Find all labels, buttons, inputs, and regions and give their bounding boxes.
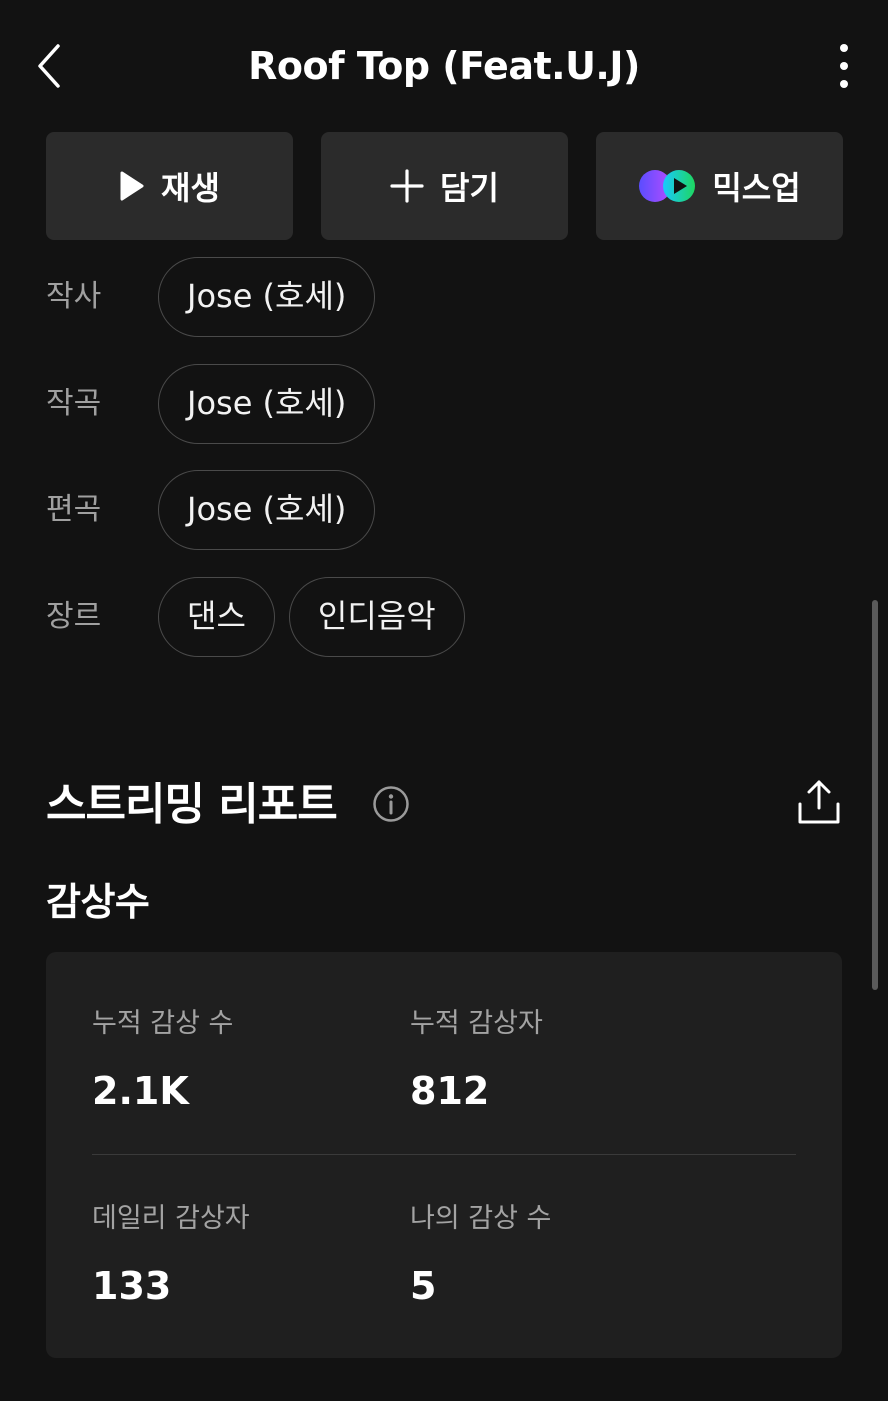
action-buttons: 재생 담기 믹스업 bbox=[46, 132, 843, 240]
genre-chip-indie[interactable]: 인디음악 bbox=[288, 577, 465, 657]
credit-label: 편곡 bbox=[46, 492, 102, 527]
streaming-report-header: 스트리밍 리포트 bbox=[46, 770, 842, 840]
page-title: Roof Top (Feat.U.J) bbox=[248, 44, 640, 88]
stats-card: 누적 감상 수 2.1K 누적 감상자 812 데일리 감상자 133 나의 감… bbox=[46, 952, 842, 1358]
stat-value: 2.1K bbox=[92, 1069, 189, 1113]
credit-label: 장르 bbox=[46, 599, 102, 634]
mixup-button[interactable]: 믹스업 bbox=[596, 132, 843, 240]
back-button[interactable] bbox=[28, 40, 72, 92]
top-bar: Roof Top (Feat.U.J) bbox=[0, 0, 888, 132]
streaming-report-title: 스트리밍 리포트 bbox=[46, 779, 338, 830]
credit-row-arranger: 편곡 Jose (호세) bbox=[46, 470, 376, 550]
play-button[interactable]: 재생 bbox=[46, 132, 293, 240]
stat-total-plays: 누적 감상 수 2.1K bbox=[92, 1004, 392, 1118]
stat-label: 데일리 감상자 bbox=[92, 1203, 250, 1234]
plays-section-title: 감상수 bbox=[46, 880, 150, 924]
credit-row-composer: 작곡 Jose (호세) bbox=[46, 364, 376, 444]
plus-icon bbox=[390, 169, 424, 203]
add-button-label: 담기 bbox=[440, 169, 499, 207]
share-icon[interactable] bbox=[796, 778, 842, 826]
stats-divider bbox=[92, 1154, 796, 1155]
chevron-left-icon bbox=[38, 44, 60, 88]
stat-value: 5 bbox=[410, 1264, 437, 1308]
play-icon bbox=[119, 170, 145, 202]
add-to-playlist-button[interactable]: 담기 bbox=[321, 132, 568, 240]
stat-label: 나의 감상 수 bbox=[410, 1203, 552, 1234]
credit-chip-arranger[interactable]: Jose (호세) bbox=[158, 470, 376, 550]
mixup-button-label: 믹스업 bbox=[712, 169, 801, 207]
stat-total-listeners: 누적 감상자 812 bbox=[410, 1004, 710, 1118]
play-button-label: 재생 bbox=[161, 169, 220, 207]
genre-chip-dance[interactable]: 댄스 bbox=[158, 577, 275, 657]
more-options-button[interactable] bbox=[834, 42, 854, 92]
stat-value: 133 bbox=[92, 1264, 172, 1308]
credit-chip-composer[interactable]: Jose (호세) bbox=[158, 364, 376, 444]
credit-label: 작사 bbox=[46, 279, 102, 314]
credit-row-lyricist: 작사 Jose (호세) bbox=[46, 257, 376, 337]
stat-label: 누적 감상자 bbox=[410, 1008, 543, 1039]
credit-row-genre: 장르 댄스 인디음악 bbox=[46, 577, 465, 657]
credit-label: 작곡 bbox=[46, 386, 102, 421]
mixup-icon bbox=[638, 169, 696, 203]
stat-label: 누적 감상 수 bbox=[92, 1008, 234, 1039]
credit-chip-lyricist[interactable]: Jose (호세) bbox=[158, 257, 376, 337]
stat-my-plays: 나의 감상 수 5 bbox=[410, 1199, 710, 1313]
stat-value: 812 bbox=[410, 1069, 490, 1113]
more-vertical-icon bbox=[840, 44, 848, 88]
scrollbar[interactable] bbox=[872, 600, 878, 990]
stat-daily-listeners: 데일리 감상자 133 bbox=[92, 1199, 392, 1313]
info-icon[interactable] bbox=[372, 785, 410, 823]
track-detail-page: Roof Top (Feat.U.J) 재생 담기 믹스업 작사 Jose (호… bbox=[0, 0, 888, 1401]
